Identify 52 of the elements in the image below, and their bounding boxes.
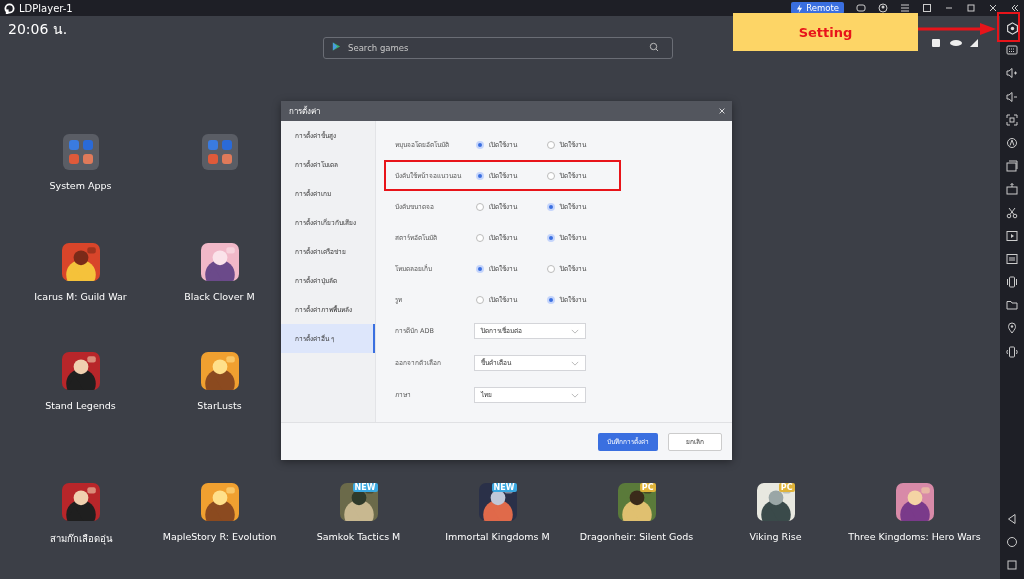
annotation-label: Setting: [733, 13, 918, 51]
account-icon[interactable]: [878, 3, 888, 13]
window-icon[interactable]: [922, 3, 932, 13]
apk-icon[interactable]: [1006, 183, 1018, 196]
window-title: LDPlayer-1: [19, 2, 73, 14]
app-label: สามก๊กเลือดอุ่น: [49, 532, 112, 546]
home-icon[interactable]: [1006, 535, 1018, 548]
search-field[interactable]: Search games: [323, 37, 673, 59]
app-badge: PC: [778, 483, 795, 492]
dialog-title: การตั้งค่า: [289, 105, 320, 118]
highlight-frame: [997, 12, 1020, 42]
app-label: System Apps: [49, 180, 112, 191]
collapse-icon[interactable]: [1010, 3, 1020, 13]
app-label: Dragonheir: Silent Gods: [579, 531, 694, 542]
multi-icon[interactable]: [1006, 160, 1018, 173]
clock-time: 20:06 น.: [8, 21, 68, 37]
app-label: Three Kingdoms: Hero Wars: [848, 531, 981, 542]
chevron-down-icon: [571, 392, 579, 398]
app-label: Icarus M: Guild War: [34, 291, 127, 302]
app-label: Stand Legends: [45, 400, 116, 411]
menu-icon[interactable]: [900, 3, 910, 13]
vol-down-icon[interactable]: [1006, 90, 1018, 103]
app-badge: NEW: [352, 483, 378, 492]
logo-icon: [4, 2, 15, 14]
vol-up-icon[interactable]: [1006, 67, 1018, 80]
search-icon[interactable]: [649, 42, 659, 52]
app-badge: PC: [639, 483, 656, 492]
remote-button[interactable]: Remote: [791, 2, 844, 14]
close-icon[interactable]: [988, 3, 998, 13]
chevron-down-icon: [571, 328, 579, 334]
chevron-down-icon: [571, 360, 579, 366]
rotate-icon[interactable]: [1006, 136, 1018, 149]
settings-icon[interactable]: [1005, 22, 1019, 35]
recents-icon[interactable]: [1006, 559, 1018, 571]
scissors-icon[interactable]: [1006, 206, 1018, 219]
shake-icon[interactable]: [1006, 276, 1018, 289]
app-label: MapleStory R: Evolution: [162, 531, 277, 542]
keyboard-icon[interactable]: [1006, 44, 1018, 57]
app-label: Viking Rise: [749, 531, 802, 542]
back-icon[interactable]: [1006, 512, 1018, 525]
screenshot-icon[interactable]: [1006, 113, 1018, 126]
maximize-icon[interactable]: [966, 3, 976, 13]
location-icon[interactable]: [1006, 322, 1018, 335]
vibrate-icon[interactable]: [1006, 345, 1018, 358]
app-label: Black Clover M: [184, 291, 255, 302]
app-label: Immortal Kingdoms M: [445, 531, 550, 542]
app-badge: NEW: [491, 483, 517, 492]
folder-icon[interactable]: [1006, 299, 1018, 312]
app-label: Samkok Tactics M: [316, 531, 401, 542]
record-icon[interactable]: [1006, 229, 1018, 242]
lightning-icon: [796, 3, 804, 13]
app-label: StarLusts: [197, 400, 242, 411]
